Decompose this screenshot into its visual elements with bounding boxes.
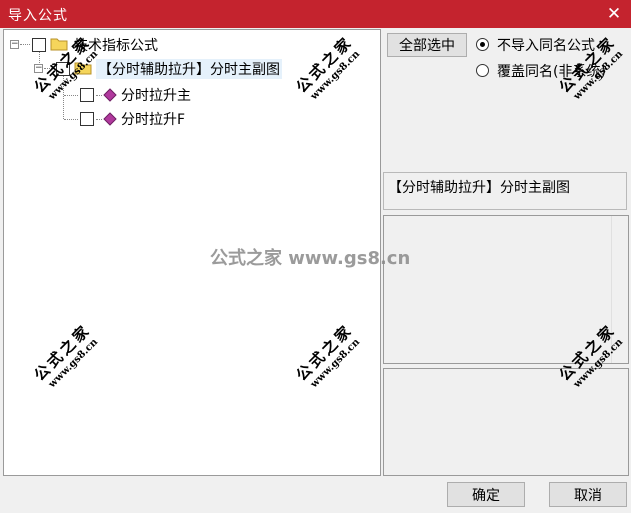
select-all-button[interactable]: 全部选中: [387, 33, 467, 57]
selected-formula-label: 【分时辅助拉升】分时主副图: [388, 180, 570, 196]
close-icon[interactable]: ✕: [601, 2, 627, 26]
formula-gem-icon: [103, 112, 117, 126]
tree-connector: [64, 119, 78, 120]
group-checkbox[interactable]: [56, 62, 70, 76]
center-watermark: 公式之家 www.gs8.cn: [210, 248, 411, 269]
tree-connector: [64, 95, 78, 96]
item-checkbox[interactable]: [80, 112, 94, 126]
tree-root-label[interactable]: 技术指标公式: [74, 35, 158, 55]
formula-description-box: [383, 215, 629, 364]
radio-overwrite-same-name[interactable]: 覆盖同名(非系统): [476, 61, 626, 81]
group-expander[interactable]: −: [34, 64, 43, 73]
radio-button-unchecked[interactable]: [476, 64, 489, 77]
radio-label: 不导入同名公式: [497, 38, 595, 54]
radio-skip-same-name[interactable]: 不导入同名公式: [476, 35, 626, 55]
tree-connector: [63, 76, 64, 119]
window-title: 导入公式: [8, 8, 68, 24]
tree-item-label[interactable]: 分时拉升F: [121, 109, 185, 129]
tree-connector: [20, 44, 30, 45]
title-bar: 导入公式 ✕: [0, 0, 631, 28]
folder-icon: [50, 38, 68, 51]
item-checkbox[interactable]: [80, 88, 94, 102]
folder-icon: [74, 62, 92, 75]
tree-connector: [96, 119, 102, 120]
tree-connector: [44, 68, 54, 69]
formula-notes-box: [383, 368, 629, 476]
selected-formula-box: 【分时辅助拉升】分时主副图: [383, 172, 627, 210]
tree-item-label[interactable]: 分时拉升主: [121, 85, 191, 105]
cancel-button[interactable]: 取消: [549, 482, 627, 507]
formula-gem-icon: [103, 88, 117, 102]
radio-button-checked[interactable]: [476, 38, 489, 51]
root-checkbox[interactable]: [32, 38, 46, 52]
radio-label: 覆盖同名(非系统): [497, 64, 606, 80]
root-expander[interactable]: −: [10, 40, 19, 49]
tree-connector: [96, 95, 102, 96]
ok-button[interactable]: 确定: [447, 482, 525, 507]
scrollbar[interactable]: [611, 216, 628, 363]
tree-group-label[interactable]: 【分时辅助拉升】分时主副图: [96, 59, 282, 79]
